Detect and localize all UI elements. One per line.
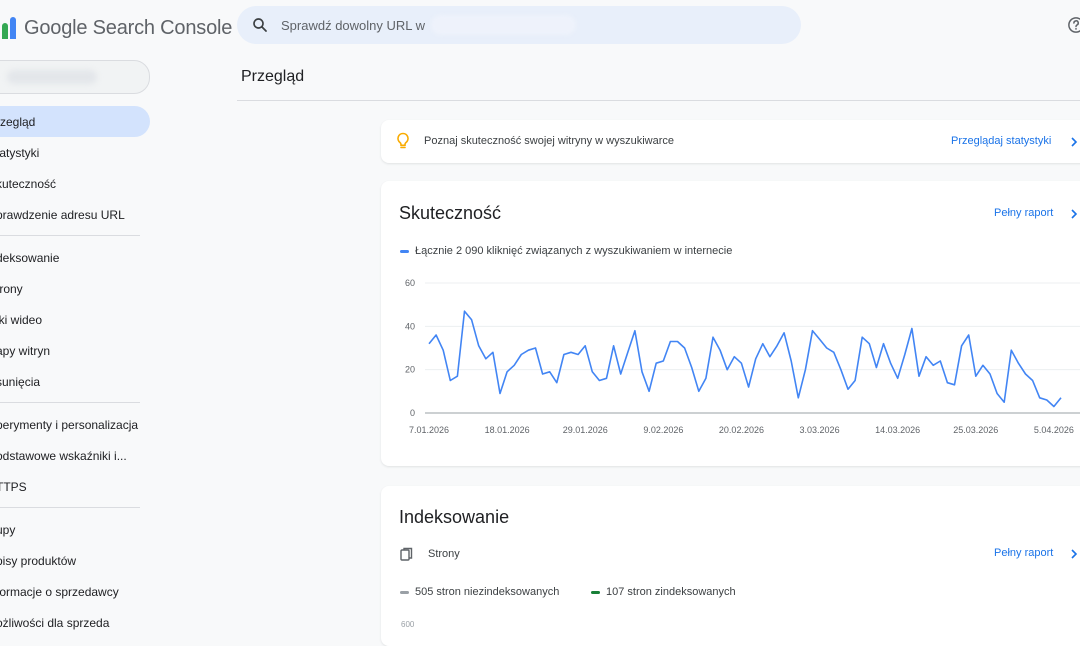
sidebar-item-13[interactable]: upy: [0, 514, 150, 545]
pages-icon: [400, 547, 413, 561]
sidebar-item-8[interactable]: apy witryn: [0, 335, 150, 366]
blurred-property-label: [7, 70, 97, 84]
sidebar-item-label: formacje o sprzedawcy: [0, 584, 119, 599]
clicks-series-line[interactable]: [428, 310, 1062, 408]
app-title: Google Search Console: [24, 16, 233, 39]
legend-not-indexed: 505 stron niezindeksowanych: [400, 586, 559, 598]
sidebar-divider: [0, 402, 140, 403]
blurred-property-name: [431, 15, 577, 35]
search-input-text[interactable]: Sprawdź dowolny URL w: [281, 18, 425, 33]
sidebar-item-1[interactable]: rzegląd: [0, 106, 150, 137]
sidebar-item-12[interactable]: TTPS: [0, 471, 150, 502]
sidebar-item-11[interactable]: odstawowe wskaźniki i...: [0, 440, 150, 471]
sidebar-item-label: prawdzenie adresu URL: [0, 207, 125, 222]
indexing-title: Indeksowanie: [399, 507, 510, 527]
x-tick-label: 5.04.2026: [1034, 425, 1074, 435]
y-tick-label: 0: [410, 408, 415, 418]
sidebar-item-9[interactable]: sunięcia: [0, 366, 150, 397]
sidebar-item-label: perymenty i personalizacja: [0, 417, 139, 432]
help-icon[interactable]: [1067, 16, 1080, 34]
indexing-y-tick: 600: [401, 620, 415, 629]
sidebar-item-16[interactable]: ożliwości dla sprzeda: [0, 607, 150, 638]
property-selector[interactable]: [0, 60, 150, 94]
legend-swatch-not-indexed: [400, 590, 409, 594]
sidebar-nav: rzegląd tatystyki kuteczność prawdzenie adr…: [0, 106, 150, 638]
chevron-right-icon[interactable]: [1069, 549, 1079, 559]
performance-card: Skuteczność Pełny raport Łącznie 2 090 k…: [381, 181, 1080, 466]
sidebar-item-5[interactable]: deksowanie: [0, 242, 150, 273]
legend-indexed-label: 107 stron zindeksowanych: [606, 586, 736, 598]
x-tick-label: 20.02.2026: [719, 425, 764, 435]
sidebar-item-label: sunięcia: [0, 374, 41, 389]
sidebar-item-14[interactable]: pisy produktów: [0, 545, 150, 576]
clicks-line-chart: 0 20 40 60 7.01.2026 18.01.2026 29.01.2026 9.02…: [405, 278, 1080, 435]
sidebar-item-15[interactable]: formacje o sprzedawcy: [0, 576, 150, 607]
x-tick-label: 18.01.2026: [485, 425, 530, 435]
title-divider: [237, 100, 1080, 101]
sidebar-item-label: deksowanie: [0, 250, 60, 265]
tip-card: Poznaj skuteczność swojej witryny w wysz…: [381, 120, 1080, 163]
x-tick-label: 29.01.2026: [563, 425, 608, 435]
x-tick-label: 7.01.2026: [409, 425, 449, 435]
url-inspection-search[interactable]: Sprawdź dowolny URL w: [237, 6, 801, 44]
sidebar-item-2[interactable]: tatystyki: [0, 137, 150, 168]
app-logo[interactable]: Google Search Console: [0, 12, 232, 44]
legend-indexed: 107 stron zindeksowanych: [591, 586, 736, 598]
sidebar-item-label: upy: [0, 522, 16, 537]
legend-not-indexed-label: 505 stron niezindeksowanych: [415, 586, 560, 598]
sidebar-item-3[interactable]: kuteczność: [0, 168, 150, 199]
browse-stats-link[interactable]: Przeglądaj statystyki: [951, 135, 1051, 147]
legend-swatch-indexed: [591, 590, 600, 594]
y-tick-label: 40: [405, 321, 415, 331]
sidebar-item-label: kuteczność: [0, 176, 57, 191]
sidebar-divider: [0, 235, 140, 236]
sidebar-item-10[interactable]: perymenty i personalizacja: [0, 409, 150, 440]
y-tick-label: 60: [405, 278, 415, 288]
page-title: Przegląd: [241, 68, 305, 85]
sidebar-item-label: trony: [0, 281, 23, 296]
chevron-right-icon[interactable]: [1069, 137, 1079, 147]
sidebar-item-7[interactable]: iki wideo: [0, 304, 150, 335]
sidebar-item-label: rzegląd: [0, 114, 36, 129]
sidebar-divider: [0, 507, 140, 508]
x-tick-label: 14.03.2026: [875, 425, 920, 435]
tip-text: Poznaj skuteczność swojej witryny w wysz…: [424, 135, 675, 147]
x-tick-label: 3.03.2026: [800, 425, 840, 435]
x-tick-label: 9.02.2026: [643, 425, 683, 435]
search-console-logo-icon: [0, 17, 16, 39]
sidebar-item-label: pisy produktów: [0, 553, 77, 568]
x-tick-label: 25.03.2026: [953, 425, 998, 435]
indexing-full-report-link[interactable]: Pełny raport: [994, 547, 1053, 559]
sidebar-item-4[interactable]: prawdzenie adresu URL: [0, 199, 150, 230]
indexing-card: Indeksowanie Strony Pełny raport 505 str…: [381, 486, 1080, 646]
sidebar-item-6[interactable]: trony: [0, 273, 150, 304]
y-tick-label: 20: [405, 365, 415, 375]
sidebar-item-label: apy witryn: [0, 343, 51, 358]
sidebar-item-label: odstawowe wskaźniki i...: [0, 448, 127, 463]
sidebar-item-label: ożliwości dla sprzeda: [0, 615, 110, 630]
sidebar-item-label: tatystyki: [0, 145, 40, 160]
sidebar-item-label: TTPS: [0, 479, 27, 494]
sidebar-item-label: iki wideo: [0, 312, 43, 327]
search-icon: [253, 18, 267, 32]
pages-label: Strony: [428, 548, 460, 560]
lightbulb-icon: [397, 132, 409, 149]
